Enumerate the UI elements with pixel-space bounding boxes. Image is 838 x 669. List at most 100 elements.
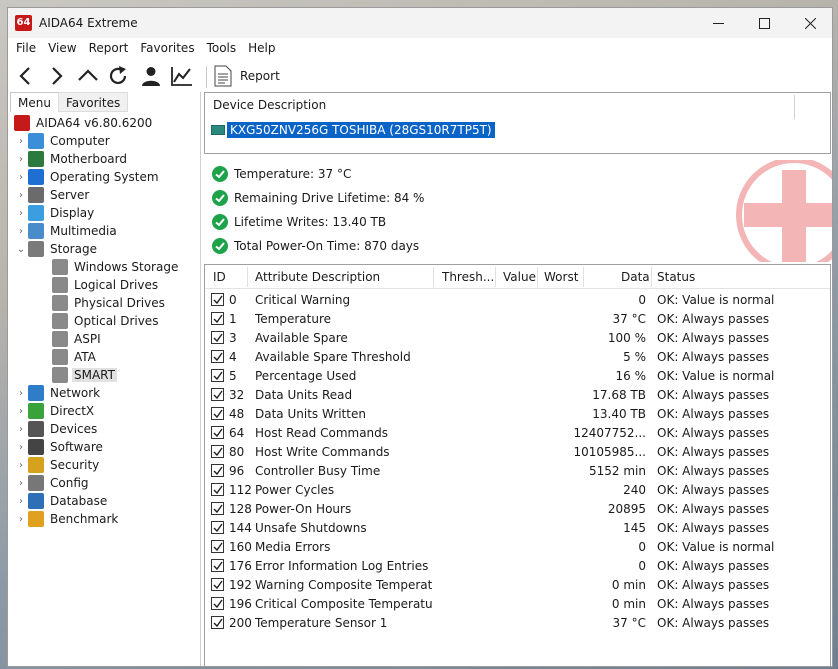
chevron-right-icon[interactable]: › bbox=[14, 132, 28, 150]
column-divider[interactable] bbox=[495, 267, 496, 287]
report-button[interactable]: Report bbox=[214, 63, 280, 89]
table-row[interactable]: 128 Power-On Hours 20895 OK: Always passes bbox=[205, 500, 830, 519]
chevron-right-icon[interactable]: › bbox=[14, 222, 28, 240]
table-row[interactable]: 32 Data Units Read 17.68 TB OK: Always pass… bbox=[205, 386, 830, 405]
table-row[interactable]: 96 Controller Busy Time 5152 min OK: Always… bbox=[205, 462, 830, 481]
row-checkbox[interactable] bbox=[211, 578, 224, 591]
table-row[interactable]: 160 Media Errors 0 OK: Value is normal bbox=[205, 538, 830, 557]
tree-item-display[interactable]: › Display bbox=[14, 204, 96, 222]
row-checkbox[interactable] bbox=[211, 483, 224, 496]
column-header-description[interactable]: Attribute Description bbox=[255, 270, 380, 284]
tree-item-smart[interactable]: SMART bbox=[52, 366, 117, 384]
column-divider[interactable] bbox=[583, 267, 584, 287]
tree-item-devices[interactable]: › Devices bbox=[14, 420, 99, 438]
chevron-right-icon[interactable]: › bbox=[14, 420, 28, 438]
chevron-right-icon[interactable]: › bbox=[14, 456, 28, 474]
forward-button[interactable] bbox=[42, 63, 70, 89]
column-header-value[interactable]: Value bbox=[503, 270, 536, 284]
chevron-right-icon[interactable]: › bbox=[14, 438, 28, 456]
table-row[interactable]: 80 Host Write Commands 10105985... OK: Alwa… bbox=[205, 443, 830, 462]
tree-item-benchmark[interactable]: › Benchmark bbox=[14, 510, 120, 528]
table-row[interactable]: 4 Available Spare Threshold 5 % OK: Always … bbox=[205, 348, 830, 367]
row-checkbox[interactable] bbox=[211, 426, 224, 439]
menu-help[interactable]: Help bbox=[242, 38, 281, 60]
chevron-right-icon[interactable]: › bbox=[14, 168, 28, 186]
table-row[interactable]: 3 Available Spare 100 % OK: Always passes bbox=[205, 329, 830, 348]
chart-button[interactable] bbox=[168, 63, 196, 89]
tree-item-multimedia[interactable]: › Multimedia bbox=[14, 222, 119, 240]
chevron-right-icon[interactable]: › bbox=[14, 510, 28, 528]
menu-tools[interactable]: Tools bbox=[201, 38, 243, 60]
column-divider[interactable] bbox=[537, 267, 538, 287]
menu-report[interactable]: Report bbox=[83, 38, 135, 60]
table-row[interactable]: 144 Unsafe Shutdowns 145 OK: Always passes bbox=[205, 519, 830, 538]
table-row[interactable]: 5 Percentage Used 16 % OK: Value is normal bbox=[205, 367, 830, 386]
tree-item-logical-drives[interactable]: Logical Drives bbox=[52, 276, 160, 294]
chevron-right-icon[interactable]: › bbox=[14, 474, 28, 492]
column-header-threshold[interactable]: Thresh... bbox=[442, 270, 494, 284]
table-row[interactable]: 1 Temperature 37 °C OK: Always passes bbox=[205, 310, 830, 329]
close-button[interactable] bbox=[787, 8, 832, 38]
tree-item-directx[interactable]: › DirectX bbox=[14, 402, 96, 420]
maximize-button[interactable] bbox=[741, 8, 787, 38]
row-checkbox[interactable] bbox=[211, 369, 224, 382]
back-button[interactable] bbox=[12, 63, 40, 89]
tree-item-optical-drives[interactable]: Optical Drives bbox=[52, 312, 160, 330]
tree-item-physical-drives[interactable]: Physical Drives bbox=[52, 294, 167, 312]
row-checkbox[interactable] bbox=[211, 521, 224, 534]
tree-item-software[interactable]: › Software bbox=[14, 438, 105, 456]
table-row[interactable]: 0 Critical Warning 0 OK: Value is normal bbox=[205, 291, 830, 310]
row-checkbox[interactable] bbox=[211, 388, 224, 401]
chevron-right-icon[interactable]: › bbox=[14, 186, 28, 204]
tree-item-security[interactable]: › Security bbox=[14, 456, 101, 474]
device-row-selected[interactable]: KXG50ZNV256G TOSHIBA (28GS10R7TP5T) bbox=[211, 121, 495, 139]
row-checkbox[interactable] bbox=[211, 616, 224, 629]
user-button[interactable] bbox=[137, 63, 165, 89]
chevron-right-icon[interactable]: › bbox=[14, 402, 28, 420]
row-checkbox[interactable] bbox=[211, 540, 224, 553]
column-header-status[interactable]: Status bbox=[657, 270, 695, 284]
column-divider[interactable] bbox=[433, 267, 434, 287]
column-header-id[interactable]: ID bbox=[213, 270, 226, 284]
menu-favorites[interactable]: Favorites bbox=[134, 38, 200, 60]
chevron-right-icon[interactable]: › bbox=[14, 150, 28, 168]
row-checkbox[interactable] bbox=[211, 331, 224, 344]
table-row[interactable]: 200 Temperature Sensor 1 37 °C OK: Always p… bbox=[205, 614, 830, 633]
table-row[interactable]: 112 Power Cycles 240 OK: Always passes bbox=[205, 481, 830, 500]
table-row[interactable]: 176 Error Information Log Entries 0 OK: Alw… bbox=[205, 557, 830, 576]
up-button[interactable] bbox=[74, 63, 102, 89]
row-checkbox[interactable] bbox=[211, 502, 224, 515]
tree-item-computer[interactable]: › Computer bbox=[14, 132, 112, 150]
tree-item-network[interactable]: › Network bbox=[14, 384, 102, 402]
tree-item-aspi[interactable]: ASPI bbox=[52, 330, 103, 348]
tree-item-server[interactable]: › Server bbox=[14, 186, 91, 204]
column-divider[interactable] bbox=[247, 267, 248, 287]
row-checkbox[interactable] bbox=[211, 464, 224, 477]
chevron-down-icon[interactable]: ⌄ bbox=[14, 240, 28, 258]
tree-item-config[interactable]: › Config bbox=[14, 474, 91, 492]
tab-favorites[interactable]: Favorites bbox=[58, 92, 129, 112]
menu-file[interactable]: File bbox=[10, 38, 42, 60]
tree-root-aida64[interactable]: AIDA64 v6.80.6200 bbox=[14, 114, 154, 132]
title-bar[interactable]: 64 AIDA64 Extreme bbox=[8, 8, 832, 38]
row-checkbox[interactable] bbox=[211, 445, 224, 458]
tree-item-windows-storage[interactable]: Windows Storage bbox=[52, 258, 180, 276]
menu-view[interactable]: View bbox=[42, 38, 82, 60]
chevron-right-icon[interactable]: › bbox=[14, 204, 28, 222]
chevron-right-icon[interactable]: › bbox=[14, 384, 28, 402]
row-checkbox[interactable] bbox=[211, 293, 224, 306]
tree-item-motherboard[interactable]: › Motherboard bbox=[14, 150, 129, 168]
chevron-right-icon[interactable]: › bbox=[14, 492, 28, 510]
row-checkbox[interactable] bbox=[211, 407, 224, 420]
row-checkbox[interactable] bbox=[211, 350, 224, 363]
table-row[interactable]: 196 Critical Composite Temperatur... 0 min… bbox=[205, 595, 830, 614]
table-row[interactable]: 192 Warning Composite Temperat... 0 min OK:… bbox=[205, 576, 830, 595]
row-checkbox[interactable] bbox=[211, 597, 224, 610]
minimize-button[interactable] bbox=[695, 8, 741, 38]
tree-item-database[interactable]: › Database bbox=[14, 492, 109, 510]
column-divider[interactable] bbox=[651, 267, 652, 287]
table-row[interactable]: 48 Data Units Written 13.40 TB OK: Always p… bbox=[205, 405, 830, 424]
tree-item-storage[interactable]: ⌄ Storage bbox=[14, 240, 99, 258]
tree-item-ata[interactable]: ATA bbox=[52, 348, 98, 366]
tab-menu[interactable]: Menu bbox=[10, 92, 59, 112]
